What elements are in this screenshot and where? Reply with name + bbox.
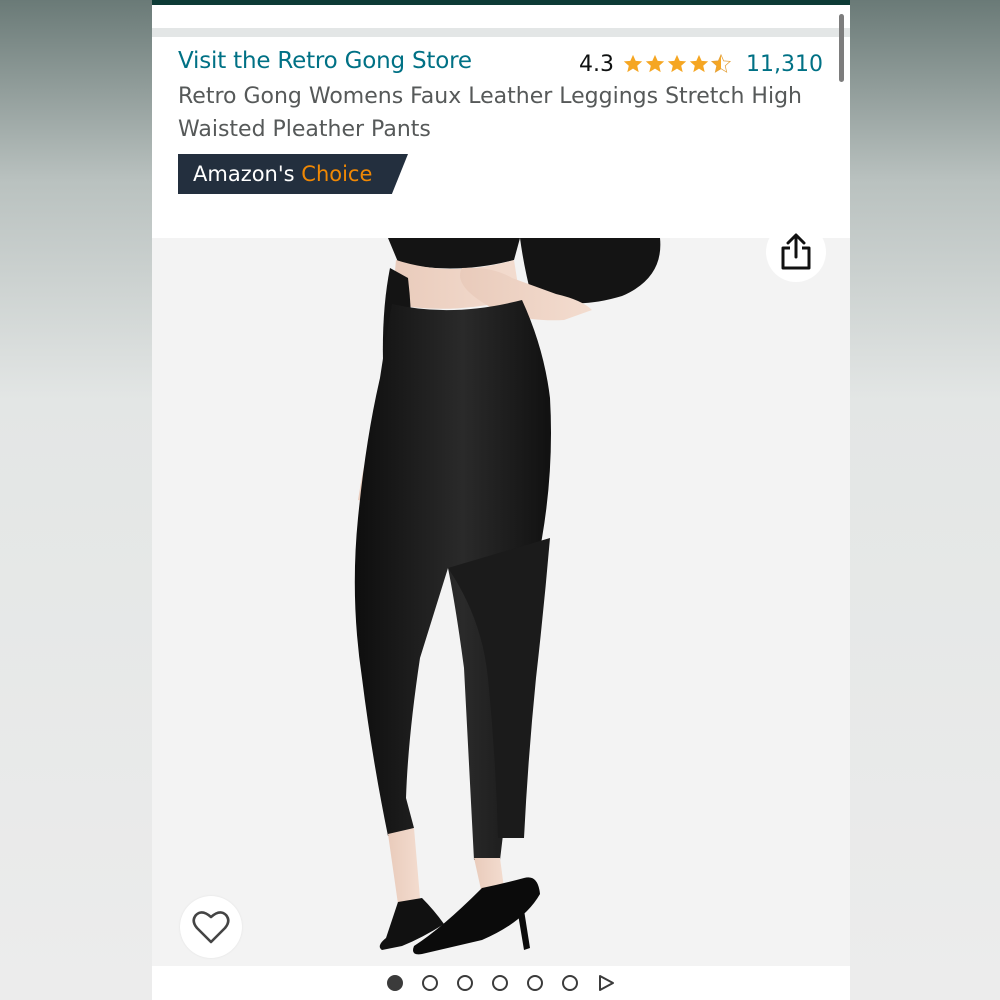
star-full-icon [667, 54, 687, 73]
play-icon[interactable] [597, 974, 615, 992]
visit-store-link[interactable]: Visit the Retro Gong Store [178, 48, 472, 74]
share-icon [781, 233, 811, 270]
carousel-dot[interactable] [422, 975, 438, 991]
add-to-wishlist-button[interactable] [180, 896, 242, 958]
product-photo-leggings [354, 238, 661, 955]
product-title: Retro Gong Womens Faux Leather Leggings … [178, 84, 802, 142]
section-divider [152, 28, 850, 37]
background-right [850, 0, 1000, 1000]
star-full-icon [645, 54, 665, 73]
star-full-icon [689, 54, 709, 73]
carousel-dot-active[interactable] [387, 975, 403, 991]
badge-prefix: Amazon's [193, 162, 295, 186]
heart-icon [192, 911, 230, 944]
carousel-dot[interactable] [457, 975, 473, 991]
top-accent-bar [152, 0, 850, 5]
share-button[interactable] [766, 222, 826, 282]
scrollbar[interactable] [839, 14, 844, 82]
carousel-dot[interactable] [527, 975, 543, 991]
amazons-choice-badge[interactable]: Amazon's Choice [178, 154, 408, 194]
star-full-icon [623, 54, 643, 73]
carousel-dot[interactable] [562, 975, 578, 991]
badge-highlight: Choice [301, 162, 373, 186]
image-carousel-indicator [152, 966, 850, 1000]
rating-value: 4.3 [579, 51, 614, 77]
carousel-dot[interactable] [492, 975, 508, 991]
product-image[interactable] [152, 238, 850, 966]
rating-summary[interactable]: 4.3 11,310 [579, 48, 823, 80]
product-page: Visit the Retro Gong Store 4.3 11,310 Re… [152, 0, 850, 1000]
background-left [0, 0, 152, 1000]
star-rating [622, 53, 732, 75]
ratings-count-link[interactable]: 11,310 [746, 52, 823, 77]
star-half-icon [710, 53, 732, 73]
